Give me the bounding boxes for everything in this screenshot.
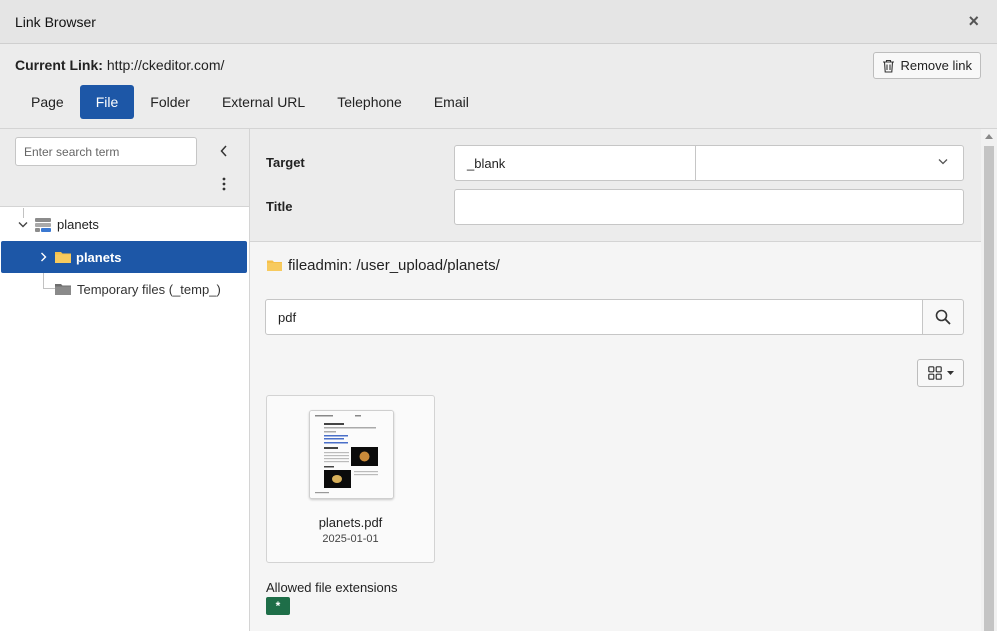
tree-item-label: planets <box>57 217 99 232</box>
extension-badge: * <box>266 597 290 615</box>
scrollbar-thumb[interactable] <box>984 146 994 631</box>
tree-item-label: Temporary files (_temp_) <box>77 282 221 297</box>
folder-icon <box>55 252 71 263</box>
dialog-title: Link Browser <box>15 14 96 30</box>
link-attributes-form: Target _blank Title <box>250 129 981 242</box>
target-select[interactable] <box>695 145 964 181</box>
breadcrumb: fileadmin: /user_upload/planets/ <box>266 257 500 274</box>
remove-link-button[interactable]: Remove link <box>873 52 981 79</box>
tree-item-temp-folder[interactable]: Temporary files (_temp_) <box>0 273 249 305</box>
tree-toolbar <box>0 129 249 207</box>
file-date: 2025-01-01 <box>322 533 379 545</box>
pdf-preview-icon <box>310 411 393 498</box>
more-vertical-icon <box>222 177 226 191</box>
main-scrollbar[interactable] <box>981 129 997 631</box>
tab-folder[interactable]: Folder <box>134 85 206 119</box>
tree-item-planets-folder[interactable]: planets <box>1 241 247 273</box>
tree-actions-button[interactable] <box>214 173 234 195</box>
file-search-input[interactable]: pdf <box>265 299 923 335</box>
chevron-down-icon <box>938 159 948 165</box>
file-thumbnail <box>309 410 394 499</box>
link-type-tabs: Page File Folder External URL Telephone … <box>15 85 485 119</box>
chevron-left-icon <box>220 145 227 157</box>
breadcrumb-path: fileadmin: /user_upload/planets/ <box>288 257 500 274</box>
allowed-extensions-label: Allowed file extensions <box>266 580 398 595</box>
tree-search-input[interactable] <box>15 137 197 166</box>
tab-telephone[interactable]: Telephone <box>321 85 418 119</box>
tab-email[interactable]: Email <box>418 85 485 119</box>
folder-tree-sidebar: planets planets Temporary files (_temp_) <box>0 129 250 631</box>
target-input[interactable]: _blank <box>454 145 696 181</box>
chevron-right-icon[interactable] <box>40 252 48 262</box>
file-browser-main: Target _blank Title fileadmin: /user_upl… <box>250 129 981 631</box>
close-icon[interactable]: × <box>968 11 979 31</box>
tree-item-storage[interactable]: planets <box>0 209 249 241</box>
search-icon <box>935 309 951 325</box>
tree-item-label: planets <box>76 250 122 265</box>
file-card[interactable]: planets.pdf 2025-01-01 <box>266 395 435 563</box>
current-link-value: http://ckeditor.com/ <box>106 57 225 73</box>
tab-file[interactable]: File <box>79 85 135 119</box>
caret-down-icon <box>946 371 954 375</box>
collapse-sidebar-button[interactable] <box>214 140 234 162</box>
current-link: Current Link: http://ckeditor.com/ <box>15 57 224 73</box>
target-label: Target <box>266 155 305 170</box>
dialog-titlebar: Link Browser × <box>0 0 997 44</box>
title-input[interactable] <box>454 189 964 225</box>
storage-icon <box>35 218 51 232</box>
scroll-up-icon[interactable] <box>985 134 993 139</box>
trash-icon <box>883 59 895 73</box>
folder-gray-icon <box>55 284 71 295</box>
view-mode-button[interactable] <box>917 359 964 387</box>
current-link-label: Current Link: <box>15 57 103 73</box>
search-button[interactable] <box>922 299 964 335</box>
chevron-down-icon[interactable] <box>18 221 28 229</box>
grid-view-icon <box>927 366 942 380</box>
file-name: planets.pdf <box>318 515 383 530</box>
tab-external-url[interactable]: External URL <box>206 85 321 119</box>
link-header: Current Link: http://ckeditor.com/ Remove… <box>0 44 997 129</box>
folder-icon <box>267 260 282 271</box>
remove-link-label: Remove link <box>900 58 972 73</box>
tab-page[interactable]: Page <box>15 85 80 119</box>
title-label: Title <box>266 199 293 214</box>
